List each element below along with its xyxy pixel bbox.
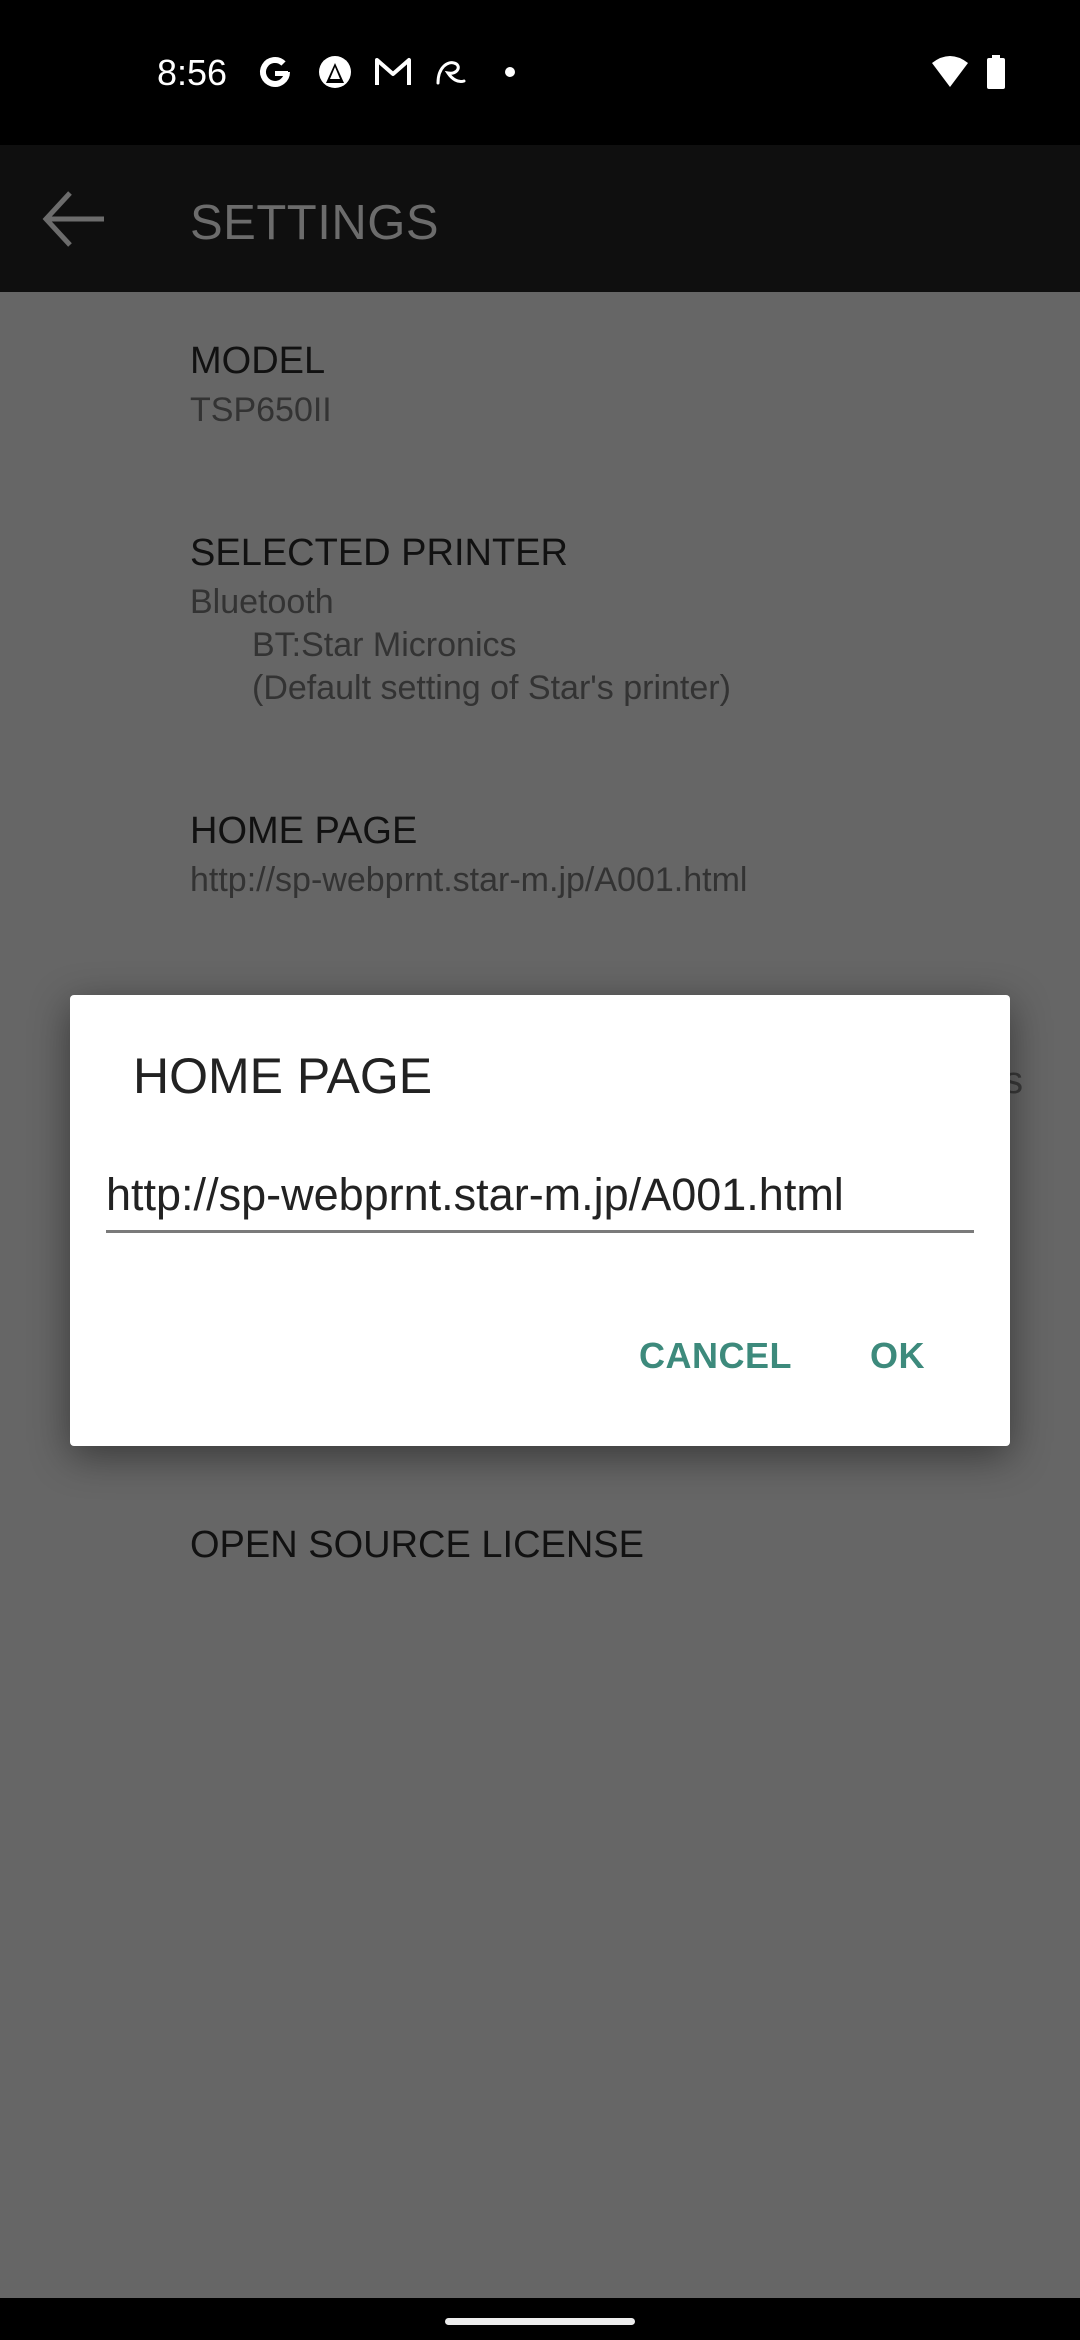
setting-summary: http://sp-webprnt.star-m.jp/A001.html: [190, 861, 748, 899]
printer-interface: Bluetooth: [190, 583, 334, 621]
cancel-button[interactable]: CANCEL: [639, 1335, 792, 1377]
wifi-icon: [928, 54, 972, 90]
dialog-title: HOME PAGE: [133, 1048, 433, 1104]
gmail-icon: [373, 54, 413, 90]
printer-note: (Default setting of Star's printer): [252, 669, 731, 707]
navigation-bar: [0, 2298, 1080, 2340]
app-icon: [315, 54, 355, 90]
arrow-left-icon[interactable]: [40, 187, 110, 251]
setting-summary: Bluetooth BT:Star Micronics (Default set…: [190, 581, 731, 710]
status-time: 8:56: [157, 52, 228, 93]
google-icon: [255, 54, 295, 90]
setting-item-model[interactable]: MODEL TSP650II: [190, 340, 332, 432]
signature-icon: [432, 54, 468, 90]
status-bar: 8:56: [0, 0, 1080, 145]
setting-title: HOME PAGE: [190, 810, 418, 852]
home-page-dialog: HOME PAGE CANCEL OK: [70, 995, 1010, 1446]
dot-icon: [500, 54, 520, 90]
printer-name: BT:Star Micronics: [252, 626, 517, 664]
page-title: SETTINGS: [190, 196, 440, 250]
setting-item-selected-printer[interactable]: SELECTED PRINTER Bluetooth BT:Star Micro…: [190, 532, 731, 710]
home-gesture-handle[interactable]: [445, 2318, 635, 2325]
setting-title: OPEN SOURCE LICENSE: [190, 1524, 644, 1566]
battery-icon: [984, 54, 1008, 90]
setting-summary: TSP650II: [190, 391, 332, 429]
setting-item-home-page[interactable]: HOME PAGE http://sp-webprnt.star-m.jp/A0…: [190, 810, 747, 902]
app-toolbar: SETTINGS: [0, 145, 1080, 292]
setting-item-open-source-license[interactable]: OPEN SOURCE LICENSE: [190, 1524, 644, 1567]
ok-button[interactable]: OK: [870, 1335, 925, 1377]
home-page-url-input[interactable]: [106, 1160, 974, 1233]
setting-title: MODEL: [190, 340, 326, 382]
setting-title: SELECTED PRINTER: [190, 532, 568, 574]
